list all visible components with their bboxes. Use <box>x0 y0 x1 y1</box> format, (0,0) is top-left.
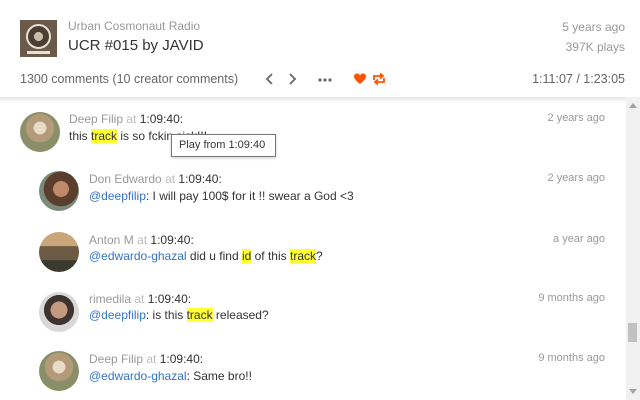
comment-at: at <box>134 292 145 306</box>
comment-at: at <box>137 233 148 247</box>
comment-highlight: track <box>91 129 118 143</box>
comment-item: rimedila at 1:09:40: @deepfilip: is this… <box>0 280 626 340</box>
comment-text: : is this <box>145 308 187 322</box>
chevron-right-icon[interactable] <box>284 70 300 88</box>
comment-header: Don Edwardo at 1:09:40: <box>89 172 222 186</box>
comment-text: : Same bro!! <box>186 369 252 383</box>
play-count: 397K plays <box>565 40 625 54</box>
comment-list: Deep Filip at 1:09:40: this track is so … <box>0 100 626 400</box>
comment-item: Deep Filip at 1:09:40: this track is so … <box>0 100 626 160</box>
comment-mention[interactable]: @deepfilip <box>89 308 146 322</box>
avatar[interactable] <box>39 171 79 211</box>
comment-username[interactable]: Deep Filip <box>69 112 123 126</box>
uploader-name[interactable]: Urban Cosmonaut Radio <box>68 19 200 33</box>
comment-text: did u find <box>186 249 242 263</box>
comment-timestamp[interactable]: 1:09:40: <box>160 352 203 366</box>
comment-text: : I will pay 100$ for it !! swear a God … <box>145 189 354 203</box>
comment-timestamp[interactable]: 1:09:40: <box>140 112 183 126</box>
artwork-bar <box>27 51 50 54</box>
track-header: Urban Cosmonaut Radio UCR #015 by JAVID … <box>0 0 640 96</box>
comment-username[interactable]: Anton M <box>89 233 134 247</box>
comment-timestamp[interactable]: 1:09:40: <box>150 233 193 247</box>
comment-username[interactable]: rimedila <box>89 292 131 306</box>
comments-toolbar: 1300 comments (10 creator comments) 1:11… <box>0 68 640 90</box>
comment-date: 9 months ago <box>538 292 605 304</box>
comment-date: 9 months ago <box>538 352 605 364</box>
comment-count: 1300 comments (10 creator comments) <box>20 72 239 86</box>
comment-date: 2 years ago <box>547 172 605 184</box>
avatar[interactable] <box>39 232 79 272</box>
heart-icon[interactable] <box>353 71 367 87</box>
comment-highlight: track <box>186 308 213 322</box>
comment-timestamp[interactable]: 1:09:40: <box>178 172 221 186</box>
track-age: 5 years ago <box>562 20 625 34</box>
comment-body: @edwardo-ghazal did u find id of this tr… <box>89 249 323 263</box>
chevron-left-icon[interactable] <box>262 70 278 88</box>
comment-body: @deepfilip: is this track released? <box>89 308 269 322</box>
scroll-down-icon[interactable] <box>629 389 637 394</box>
play-from-tooltip: Play from 1:09:40 <box>171 134 276 157</box>
comment-item: Deep Filip at 1:09:40: @edwardo-ghazal: … <box>0 340 626 400</box>
comment-mention[interactable]: @deepfilip <box>89 189 146 203</box>
track-title[interactable]: UCR #015 by JAVID <box>68 37 204 54</box>
comment-text: of this <box>251 249 290 263</box>
comment-body: @deepfilip: I will pay 100$ for it !! sw… <box>89 189 354 203</box>
scrollbar[interactable] <box>626 97 640 400</box>
comment-at: at <box>146 352 157 366</box>
avatar[interactable] <box>20 112 60 152</box>
comment-timestamp[interactable]: 1:09:40: <box>148 292 191 306</box>
comment-header: Anton M at 1:09:40: <box>89 233 194 247</box>
comment-item: Don Edwardo at 1:09:40: @deepfilip: I wi… <box>0 160 626 220</box>
playback-timecode: 1:11:07 / 1:23:05 <box>532 72 625 86</box>
track-artwork[interactable] <box>20 20 57 57</box>
comment-at: at <box>165 172 176 186</box>
repost-icon[interactable] <box>371 71 387 87</box>
comment-mention[interactable]: @edwardo-ghazal <box>89 249 187 263</box>
comment-text: released? <box>212 308 269 322</box>
comment-highlight: id <box>241 249 252 263</box>
scroll-up-icon[interactable] <box>629 103 637 108</box>
avatar[interactable] <box>39 351 79 391</box>
comment-header: Deep Filip at 1:09:40: <box>89 352 203 366</box>
comment-date: a year ago <box>553 233 605 245</box>
comment-header: Deep Filip at 1:09:40: <box>69 112 183 126</box>
comment-at: at <box>126 112 137 126</box>
comment-item: Anton M at 1:09:40: @edwardo-ghazal did … <box>0 220 626 280</box>
more-icon[interactable] <box>316 70 334 88</box>
comment-text: ? <box>316 249 323 263</box>
comment-highlight: track <box>289 249 316 263</box>
comment-username[interactable]: Don Edwardo <box>89 172 162 186</box>
avatar[interactable] <box>39 292 79 332</box>
comment-mention[interactable]: @edwardo-ghazal <box>89 369 187 383</box>
artwork-emblem <box>26 24 51 49</box>
comment-date: 2 years ago <box>547 112 605 124</box>
comment-username[interactable]: Deep Filip <box>89 352 143 366</box>
scrollbar-thumb[interactable] <box>628 323 637 342</box>
comment-header: rimedila at 1:09:40: <box>89 292 191 306</box>
comment-body: @edwardo-ghazal: Same bro!! <box>89 369 252 383</box>
comment-text: this <box>69 129 92 143</box>
